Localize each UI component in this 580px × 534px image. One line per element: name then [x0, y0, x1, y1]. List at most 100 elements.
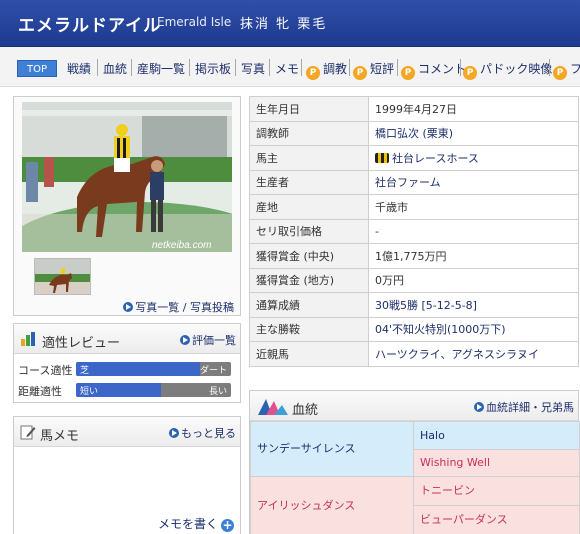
profile-row: 生年月日 1999年4月27日: [249, 96, 579, 122]
profile-row: 獲得賞金 (中央) 1億1,775万円: [249, 243, 579, 269]
bar-chart-icon: [21, 332, 35, 346]
memo-more-link[interactable]: もっと見る: [169, 425, 236, 441]
tab-results[interactable]: 戦績: [67, 60, 91, 77]
tab-memo[interactable]: メモ: [275, 60, 299, 77]
tab-comments-label: コメント: [418, 62, 467, 76]
profile-value-link[interactable]: 04'不知火特別(1000万下): [375, 323, 506, 336]
bar-right-label: ダート: [199, 366, 227, 376]
pedigree-sire-dam[interactable]: Wishing Well: [413, 449, 580, 477]
profile-key: 主な勝鞍: [249, 316, 369, 342]
review-row-distance: 距離適性: [18, 383, 62, 399]
pedigree-sire-sire[interactable]: Halo: [413, 421, 580, 450]
distance-aptitude-bar: 短い 長い: [76, 383, 231, 397]
premium-icon: P: [306, 66, 320, 80]
tab-training[interactable]: P 調教: [306, 60, 347, 80]
profile-key: 生年月日: [249, 96, 369, 122]
arrow-circle-icon: [123, 302, 134, 312]
profile-value-text: 千歳市: [375, 200, 408, 214]
profile-value: 千歳市: [368, 194, 579, 220]
nav-divider: [189, 59, 190, 76]
profile-row: 馬主 社台レースホース: [249, 145, 579, 171]
tab-follow-label: フォ: [570, 62, 580, 76]
pedigree-dam-sire[interactable]: トニービン: [413, 476, 580, 506]
photo-thumbnail[interactable]: [34, 258, 91, 295]
nav-divider: [97, 59, 98, 76]
review-row-course: コース適性: [18, 362, 72, 378]
pedigree-title: 血統: [292, 403, 319, 418]
pencil-icon: [20, 425, 36, 440]
profile-value: 04'不知火特別(1000万下): [368, 316, 579, 342]
nav-divider: [131, 59, 132, 76]
profile-value: ハーツクライ、アグネスシラヌイ: [368, 341, 579, 367]
nav-divider: [549, 59, 550, 76]
pedigree-header: 血統 血統詳細・兄弟馬: [250, 391, 578, 421]
profile-value-text: 1億1,775万円: [375, 249, 447, 263]
thumbnail-image: [35, 259, 90, 294]
profile-row: 生産者 社台ファーム: [249, 169, 579, 195]
horse-photo[interactable]: netkeiba.com: [22, 102, 232, 252]
tab-pedigree[interactable]: 血統: [103, 60, 127, 77]
pedigree-logo-icon: [258, 399, 288, 415]
memo-title: 馬メモ: [40, 429, 80, 444]
arrow-circle-icon: [474, 402, 484, 412]
arrow-circle-icon: [169, 428, 179, 438]
photo-watermark: netkeiba.com: [152, 240, 211, 251]
profile-row: 主な勝鞍 04'不知火特別(1000万下): [249, 316, 579, 342]
tab-comments[interactable]: P コメント: [401, 60, 466, 80]
plus-icon: +: [221, 518, 234, 532]
tab-offspring[interactable]: 産駒一覧: [137, 60, 185, 77]
profile-value-link[interactable]: 30戦5勝 [5-12-5-8]: [375, 299, 477, 312]
profile-value-link[interactable]: 橋口弘次 (栗東): [375, 127, 453, 140]
pedigree-dam[interactable]: アイリッシュダンス: [250, 476, 414, 534]
write-memo-link[interactable]: メモを書く +: [158, 515, 234, 532]
nav-divider: [460, 59, 461, 76]
photo-links[interactable]: 写真一覧 / 写真投稿: [123, 299, 234, 315]
profile-key: 生産者: [249, 169, 369, 195]
nav-divider: [235, 59, 236, 76]
profile-value: 0万円: [368, 267, 579, 293]
bar-left-label: 短い: [80, 387, 99, 397]
premium-icon: P: [553, 66, 567, 80]
aptitude-review-panel: 適性レビュー 評価一覧 コース適性 芝 ダート 距離適性 短い 長い: [13, 323, 241, 403]
premium-icon: P: [353, 66, 367, 80]
pedigree-detail-link[interactable]: 血統詳細・兄弟馬: [474, 399, 574, 415]
profile-value-text: 1999年4月27日: [375, 102, 457, 116]
review-list-link[interactable]: 評価一覧: [180, 332, 236, 348]
tab-top[interactable]: TOP: [17, 60, 57, 77]
profile-row: 近親馬 ハーツクライ、アグネスシラヌイ: [249, 341, 579, 367]
nav-divider: [301, 59, 302, 76]
profile-value: 30戦5勝 [5-12-5-8]: [368, 292, 579, 318]
tab-paddock-video[interactable]: P パドック映像: [463, 60, 552, 80]
horse-status: 抹消 牝 栗毛: [240, 17, 328, 32]
profile-value-link[interactable]: ハーツクライ、アグネスシラヌイ: [375, 348, 539, 361]
profile-value-text: 0万円: [375, 274, 404, 288]
profile-row: 通算成績 30戦5勝 [5-12-5-8]: [249, 292, 579, 318]
tab-paddock-video-label: パドック映像: [480, 62, 553, 76]
photo-links-label: 写真一覧 / 写真投稿: [135, 301, 234, 314]
profile-value-link[interactable]: 社台ファーム: [375, 176, 441, 189]
tab-training-label: 調教: [323, 62, 348, 76]
horse-photo-image: netkeiba.com: [22, 102, 232, 252]
profile-row: 獲得賞金 (地方) 0万円: [249, 267, 579, 293]
tab-photos[interactable]: 写真: [241, 60, 265, 77]
review-row-label: 距離適性: [18, 385, 62, 398]
profile-value-link[interactable]: 社台レースホース: [392, 152, 479, 165]
review-header: 適性レビュー 評価一覧: [14, 324, 240, 354]
pedigree-sire[interactable]: サンデーサイレンス: [250, 421, 414, 477]
pedigree-dam-dam[interactable]: ビューパーダンス: [413, 505, 580, 534]
profile-key: 近親馬: [249, 341, 369, 367]
profile-key: 馬主: [249, 145, 369, 171]
bar-left-label: 芝: [80, 366, 90, 376]
bar-right-label: 長い: [208, 387, 227, 397]
tab-follow[interactable]: Pフォ: [553, 60, 580, 80]
profile-row: セリ取引価格 -: [249, 218, 579, 244]
profile-value: 1999年4月27日: [368, 96, 579, 122]
profile-value: 橋口弘次 (栗東): [368, 120, 579, 146]
write-memo-label: メモを書く: [157, 517, 218, 531]
review-row-label: コース適性: [18, 364, 73, 377]
nav-divider: [269, 59, 270, 76]
tab-board[interactable]: 掲示板: [195, 60, 231, 77]
profile-key: セリ取引価格: [249, 218, 369, 244]
tab-short-review[interactable]: P 短評: [353, 60, 394, 80]
review-list-label: 評価一覧: [192, 334, 236, 347]
